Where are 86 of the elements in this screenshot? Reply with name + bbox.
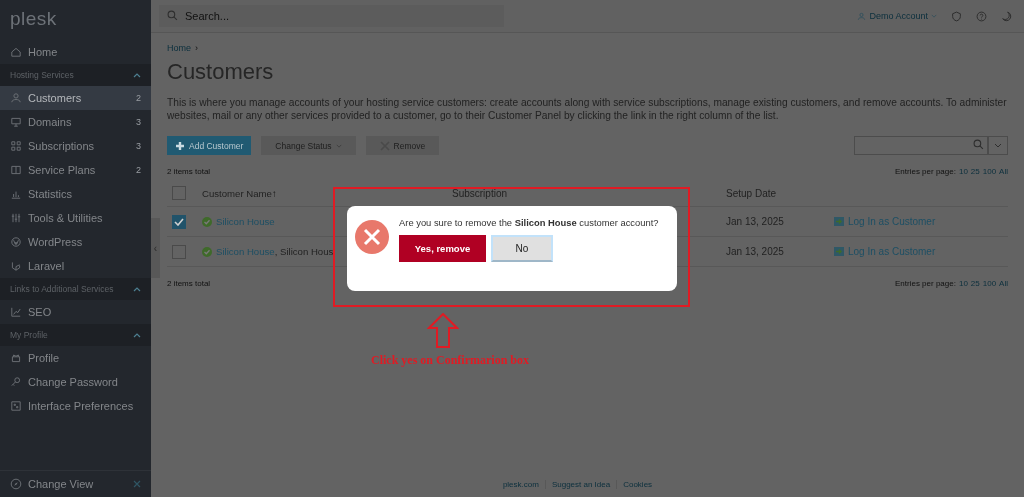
error-icon bbox=[355, 220, 389, 254]
entries-option-link[interactable]: 10 bbox=[958, 167, 968, 176]
row-checkbox[interactable] bbox=[172, 244, 186, 259]
table-cell: , Silicon Hous bbox=[274, 246, 334, 257]
sidebar-item-icon bbox=[10, 352, 22, 364]
caret-icon bbox=[994, 143, 1002, 148]
toolbar-button[interactable]: Add Customer bbox=[167, 136, 252, 155]
breadcrumb-separator: › bbox=[195, 43, 198, 53]
help-icon[interactable] bbox=[976, 10, 987, 22]
search-icon bbox=[973, 139, 984, 150]
status-ok-icon bbox=[202, 216, 212, 227]
sidebar-item-icon bbox=[10, 46, 22, 58]
up-arrow bbox=[427, 313, 459, 349]
change-view-button[interactable]: Change View bbox=[0, 470, 151, 497]
sidebar-item-icon bbox=[10, 260, 22, 272]
cancel-button[interactable]: No bbox=[491, 235, 553, 262]
entries-option-link[interactable]: All bbox=[999, 167, 1008, 176]
sidebar-item[interactable]: Subscriptions 3 bbox=[0, 134, 151, 158]
page-title: Customers bbox=[167, 59, 275, 85]
status-ok-icon bbox=[202, 246, 212, 257]
sidebar-item-icon bbox=[10, 236, 22, 248]
sidebar-item[interactable]: Profile bbox=[0, 346, 151, 370]
annotation-text: Click yes on Confirmarion box bbox=[371, 353, 529, 368]
confirm-button[interactable]: Yes, remove bbox=[399, 235, 486, 262]
filter-dropdown[interactable] bbox=[988, 136, 1008, 155]
page-description: This is where you manage accounts of your hosting service customers: create accounts along with service subscriptions, manage existing customers, and remove accounts. To administer websites, mail or any other services provided to a customer, go to their Customer Panel by clicking the link in the right column of the list. bbox=[167, 96, 1008, 122]
entries-label: Entries per page: bbox=[895, 167, 956, 176]
entries-option-link[interactable]: 10 bbox=[958, 279, 968, 288]
plesk-logo: plesk bbox=[9, 7, 58, 31]
sidebar-item[interactable]: Change Password bbox=[0, 370, 151, 394]
moon-icon[interactable] bbox=[1001, 10, 1012, 22]
search-icon bbox=[167, 10, 178, 21]
footer-link[interactable]: Suggest an Idea bbox=[551, 479, 611, 489]
entries-option-link[interactable]: 25 bbox=[970, 279, 980, 288]
items-total: 2 items total bbox=[167, 167, 211, 176]
row-checkbox[interactable] bbox=[172, 214, 186, 229]
sidebar-item[interactable]: WordPress bbox=[0, 230, 151, 254]
sidebar-item[interactable]: Service Plans 2 bbox=[0, 158, 151, 182]
login-link[interactable]: Log In as Customer bbox=[834, 216, 1008, 227]
column-header: Setup Date bbox=[726, 187, 778, 199]
breadcrumb-link[interactable]: Home bbox=[167, 43, 191, 53]
entries-option-link[interactable]: 100 bbox=[982, 167, 997, 176]
table-cell-text: Jan 13, 2025 bbox=[726, 246, 785, 257]
entries-label: Entries per page: bbox=[895, 279, 956, 288]
sidebar-item-icon bbox=[10, 140, 22, 152]
entries-option-link[interactable]: 25 bbox=[970, 167, 980, 176]
shield-icon[interactable] bbox=[951, 10, 962, 22]
entries-option-link[interactable]: 100 bbox=[982, 279, 997, 288]
login-link[interactable]: Log In as Customer bbox=[834, 246, 1008, 257]
sidebar-item[interactable]: Laravel bbox=[0, 254, 151, 278]
sidebar-item-icon bbox=[10, 400, 22, 412]
sidebar-item[interactable]: Statistics bbox=[0, 182, 151, 206]
select-all-checkbox[interactable] bbox=[172, 186, 186, 200]
search-field[interactable]: Search... bbox=[159, 5, 504, 27]
compass-icon bbox=[10, 478, 22, 490]
sidebar-item-icon bbox=[10, 164, 22, 176]
sidebar-item[interactable]: Home bbox=[0, 40, 151, 64]
account-menu[interactable]: Demo Account bbox=[857, 11, 937, 21]
sidebar-item-icon bbox=[10, 306, 22, 318]
column-header: Subscription bbox=[452, 187, 509, 199]
items-total: 2 items total bbox=[167, 279, 211, 288]
user-icon bbox=[857, 11, 867, 21]
login-icon bbox=[834, 247, 844, 256]
customer-link[interactable]: Silicon House bbox=[216, 216, 275, 227]
sidebar-section-header[interactable]: My Profile bbox=[0, 324, 151, 346]
footer-link[interactable]: Cookies bbox=[623, 479, 653, 489]
sidebar-item-icon bbox=[10, 92, 22, 104]
sidebar-item[interactable]: Customers 2 bbox=[0, 86, 151, 110]
caret-icon bbox=[931, 14, 937, 18]
close-icon[interactable] bbox=[133, 480, 141, 488]
sidebar-item[interactable]: Domains 3 bbox=[0, 110, 151, 134]
plus-icon bbox=[175, 140, 185, 151]
sidebar-item[interactable]: SEO bbox=[0, 300, 151, 324]
sidebar-item[interactable]: Tools & Utilities bbox=[0, 206, 151, 230]
footer-link[interactable]: plesk.com bbox=[502, 479, 539, 489]
sidebar-item[interactable]: Interface Preferences bbox=[0, 394, 151, 418]
sidebar-item-icon bbox=[10, 212, 22, 224]
table-cell-text: Jan 13, 2025 bbox=[726, 216, 785, 227]
sidebar-item-icon bbox=[10, 376, 22, 388]
login-icon bbox=[834, 217, 844, 226]
filter-search-field[interactable] bbox=[854, 136, 988, 155]
entries-option-link[interactable]: All bbox=[999, 279, 1008, 288]
customer-link[interactable]: Silicon House bbox=[216, 246, 275, 257]
dialog-message: Are you sure to remove the Silicon House customer account? bbox=[399, 216, 659, 229]
sidebar-item-icon bbox=[10, 116, 22, 128]
collapse-handle[interactable]: ‹ bbox=[151, 218, 160, 278]
